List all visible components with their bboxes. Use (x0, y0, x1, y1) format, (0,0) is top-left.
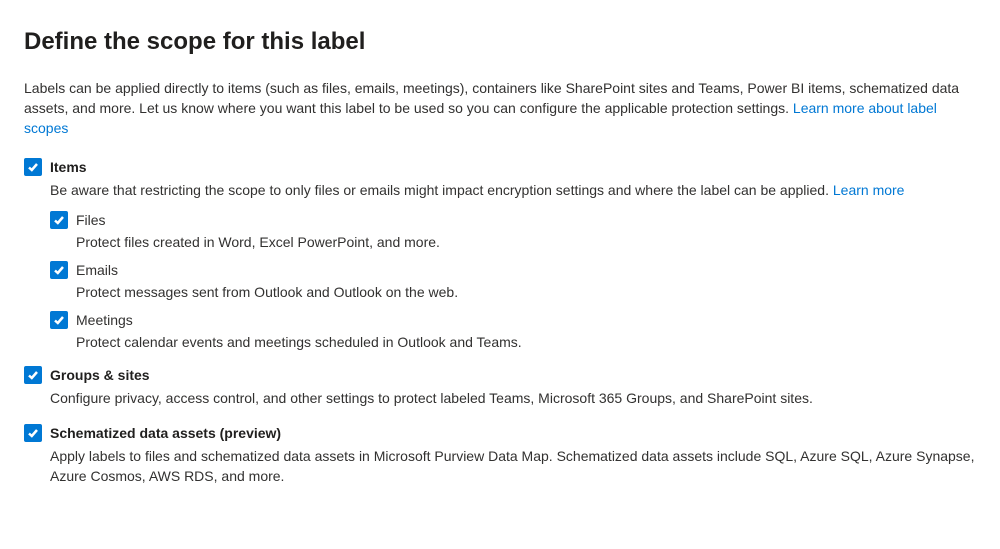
files-label: Files (76, 210, 976, 230)
intro-paragraph: Labels can be applied directly to items … (24, 78, 976, 138)
option-body-items: Items Be aware that restricting the scop… (50, 156, 976, 360)
checkmark-icon (27, 427, 39, 439)
checkmark-icon (53, 314, 65, 326)
checkmark-icon (27, 369, 39, 381)
page-title: Define the scope for this label (24, 28, 976, 56)
checkbox-emails[interactable] (50, 261, 68, 279)
sub-body-emails: Emails Protect messages sent from Outloo… (76, 260, 976, 302)
items-sub-options: Files Protect files created in Word, Exc… (50, 210, 976, 352)
checkmark-icon (27, 161, 39, 173)
groups-desc: Configure privacy, access control, and o… (50, 388, 976, 408)
sub-option-meetings: Meetings Protect calendar events and mee… (50, 310, 976, 352)
option-body-schematized: Schematized data assets (preview) Apply … (50, 422, 976, 496)
option-body-groups: Groups & sites Configure privacy, access… (50, 364, 976, 418)
meetings-label: Meetings (76, 310, 976, 330)
groups-label: Groups & sites (50, 364, 976, 386)
checkbox-schematized[interactable] (24, 424, 42, 442)
schematized-label: Schematized data assets (preview) (50, 422, 976, 444)
files-desc: Protect files created in Word, Excel Pow… (76, 232, 976, 252)
items-label: Items (50, 156, 976, 178)
items-learn-more-link[interactable]: Learn more (833, 182, 905, 198)
items-desc: Be aware that restricting the scope to o… (50, 180, 976, 200)
scope-option-groups: Groups & sites Configure privacy, access… (24, 364, 976, 418)
checkbox-groups[interactable] (24, 366, 42, 384)
checkbox-meetings[interactable] (50, 311, 68, 329)
checkbox-files[interactable] (50, 211, 68, 229)
checkmark-icon (53, 214, 65, 226)
emails-label: Emails (76, 260, 976, 280)
checkmark-icon (53, 264, 65, 276)
checkbox-items[interactable] (24, 158, 42, 176)
items-desc-text: Be aware that restricting the scope to o… (50, 182, 833, 198)
scope-option-schematized: Schematized data assets (preview) Apply … (24, 422, 976, 496)
sub-body-files: Files Protect files created in Word, Exc… (76, 210, 976, 252)
sub-body-meetings: Meetings Protect calendar events and mee… (76, 310, 976, 352)
emails-desc: Protect messages sent from Outlook and O… (76, 282, 976, 302)
schematized-desc: Apply labels to files and schematized da… (50, 446, 976, 486)
sub-option-files: Files Protect files created in Word, Exc… (50, 210, 976, 252)
scope-option-items: Items Be aware that restricting the scop… (24, 156, 976, 360)
sub-option-emails: Emails Protect messages sent from Outloo… (50, 260, 976, 302)
meetings-desc: Protect calendar events and meetings sch… (76, 332, 976, 352)
